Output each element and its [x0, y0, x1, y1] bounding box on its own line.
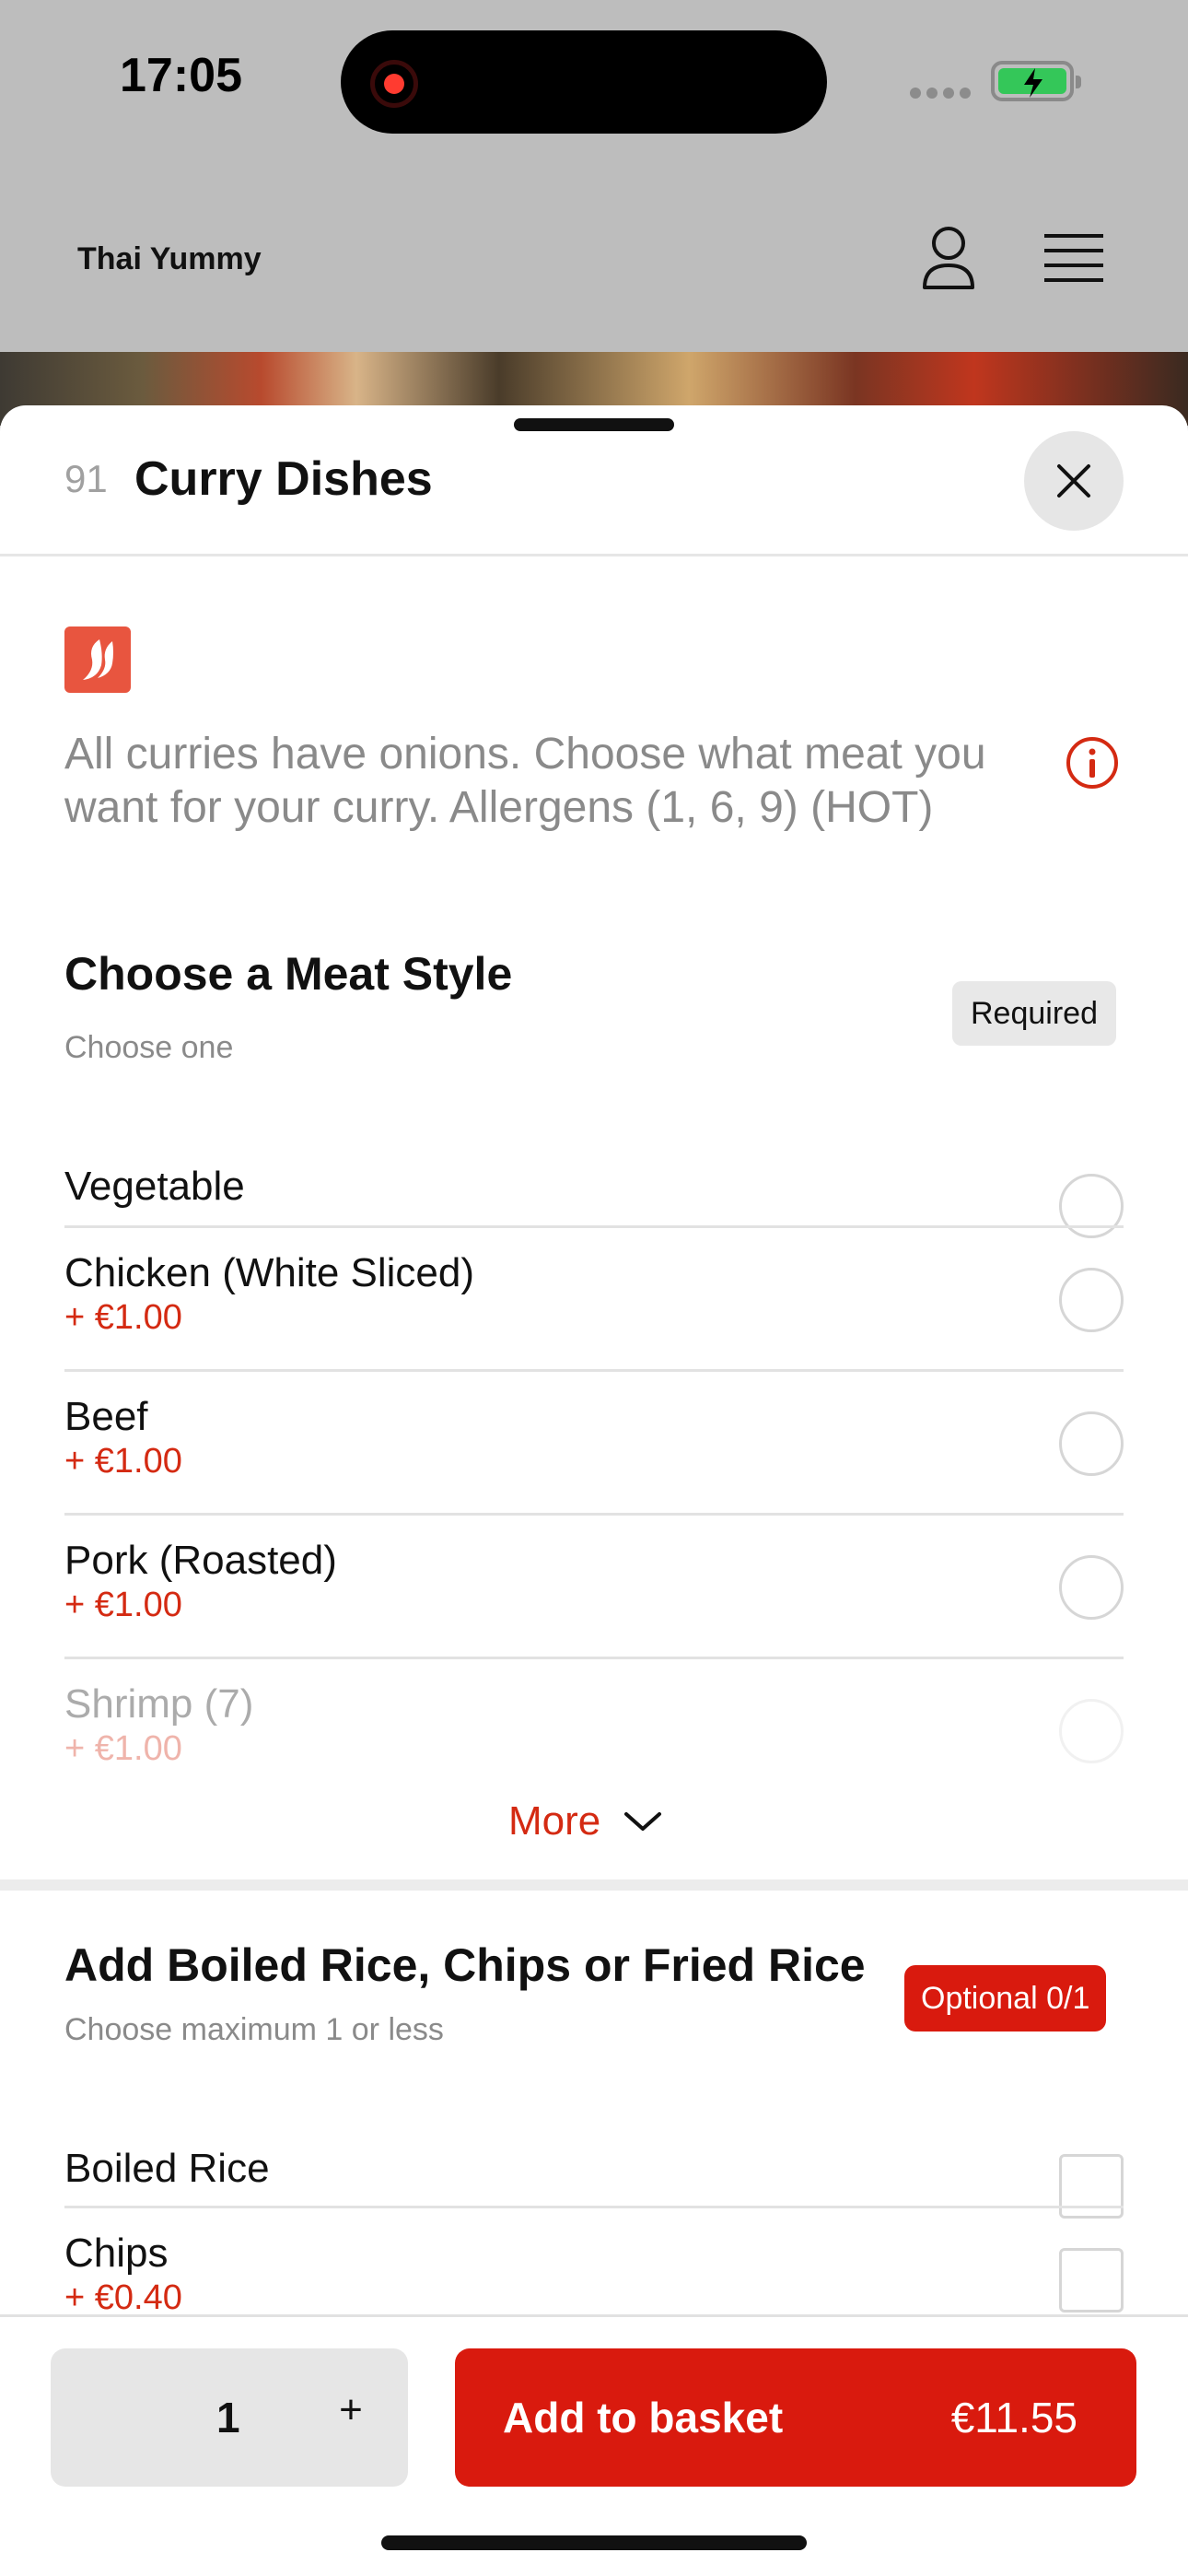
item-title: Curry Dishes	[134, 452, 433, 506]
option-price: + €1.00	[64, 1586, 182, 1624]
meat-style-subtitle: Choose one	[64, 1030, 234, 1065]
divider	[64, 1225, 1124, 1228]
optional-badge: Optional 0/1	[904, 1965, 1107, 2032]
option-boiled-rice[interactable]: Boiled Rice	[64, 2123, 1124, 2219]
divider	[64, 2206, 1124, 2208]
option-vegetable[interactable]: Vegetable	[64, 1144, 1124, 1238]
sides-subtitle: Choose maximum 1 or less	[64, 2012, 444, 2047]
total-price: €11.55	[950, 2394, 1077, 2441]
status-bar: 17:05	[0, 0, 1188, 166]
option-price: + €1.00	[64, 1442, 182, 1481]
divider	[64, 1513, 1124, 1516]
cellular-signal-icon	[910, 87, 976, 103]
close-button[interactable]	[1024, 431, 1124, 531]
radio-button[interactable]	[1059, 1699, 1124, 1763]
required-badge: Required	[952, 981, 1116, 1046]
add-to-basket-label: Add to basket	[503, 2394, 784, 2441]
item-number: 91	[64, 457, 108, 500]
option-label: Pork (Roasted)	[64, 1538, 337, 1583]
brand-name[interactable]: Thai Yummy	[77, 241, 262, 277]
divider	[64, 1369, 1124, 1372]
checkbox[interactable]	[1059, 2248, 1124, 2313]
quantity-plus-button[interactable]: +	[329, 2387, 373, 2442]
app-header: Thai Yummy	[0, 166, 1188, 352]
battery-icon	[991, 61, 1081, 101]
item-description: All curries have onions. Choose what mea…	[64, 730, 986, 832]
option-price: + €0.40	[64, 2278, 182, 2317]
chevron-down-icon	[624, 1812, 662, 1831]
sheet-header: 91 Curry Dishes	[0, 405, 1188, 556]
option-price: + €1.00	[64, 1729, 182, 1768]
option-label: Chips	[64, 2231, 169, 2276]
meat-style-title: Choose a Meat Style	[64, 948, 513, 1000]
radio-button[interactable]	[1059, 1555, 1124, 1620]
status-time: 17:05	[120, 49, 242, 102]
more-button[interactable]: More	[508, 1798, 663, 1844]
option-label: Vegetable	[64, 1164, 245, 1209]
sides-title: Add Boiled Rice, Chips or Fried Rice	[64, 1939, 866, 1991]
recording-indicator-icon	[370, 60, 418, 108]
divider	[64, 1657, 1124, 1659]
radio-button[interactable]	[1059, 1411, 1124, 1476]
product-sheet: 91 Curry Dishes All curries have onions.…	[0, 405, 1188, 2576]
radio-button[interactable]	[1059, 1268, 1124, 1332]
home-indicator[interactable]	[381, 2535, 807, 2550]
dynamic-island	[341, 30, 827, 134]
option-label: Boiled Rice	[64, 2146, 270, 2191]
close-icon	[1057, 464, 1090, 498]
quantity-value: 1	[216, 2394, 240, 2441]
checkbox[interactable]	[1059, 2154, 1124, 2219]
option-price: + €1.00	[64, 1298, 182, 1337]
chili-icon	[64, 626, 131, 693]
quantity-stepper: 1 +	[51, 2348, 408, 2487]
menu-icon[interactable]	[1044, 232, 1103, 284]
user-icon[interactable]	[919, 225, 978, 291]
option-label: Beef	[64, 1394, 148, 1439]
info-icon[interactable]	[1065, 735, 1120, 790]
option-label: Shrimp (7)	[64, 1681, 254, 1727]
option-shrimp[interactable]: Shrimp (7) + €1.00	[64, 1680, 1124, 1800]
option-label: Chicken (White Sliced)	[64, 1250, 475, 1295]
option-chicken[interactable]: Chicken (White Sliced) + €1.00	[64, 1249, 1124, 1369]
option-pork[interactable]: Pork (Roasted) + €1.00	[64, 1537, 1124, 1657]
radio-button[interactable]	[1059, 1174, 1124, 1238]
add-to-basket-button[interactable]: Add to basket €11.55	[455, 2348, 1136, 2487]
more-label: More	[508, 1798, 601, 1844]
option-beef[interactable]: Beef + €1.00	[64, 1393, 1124, 1513]
section-separator	[0, 1879, 1188, 1891]
